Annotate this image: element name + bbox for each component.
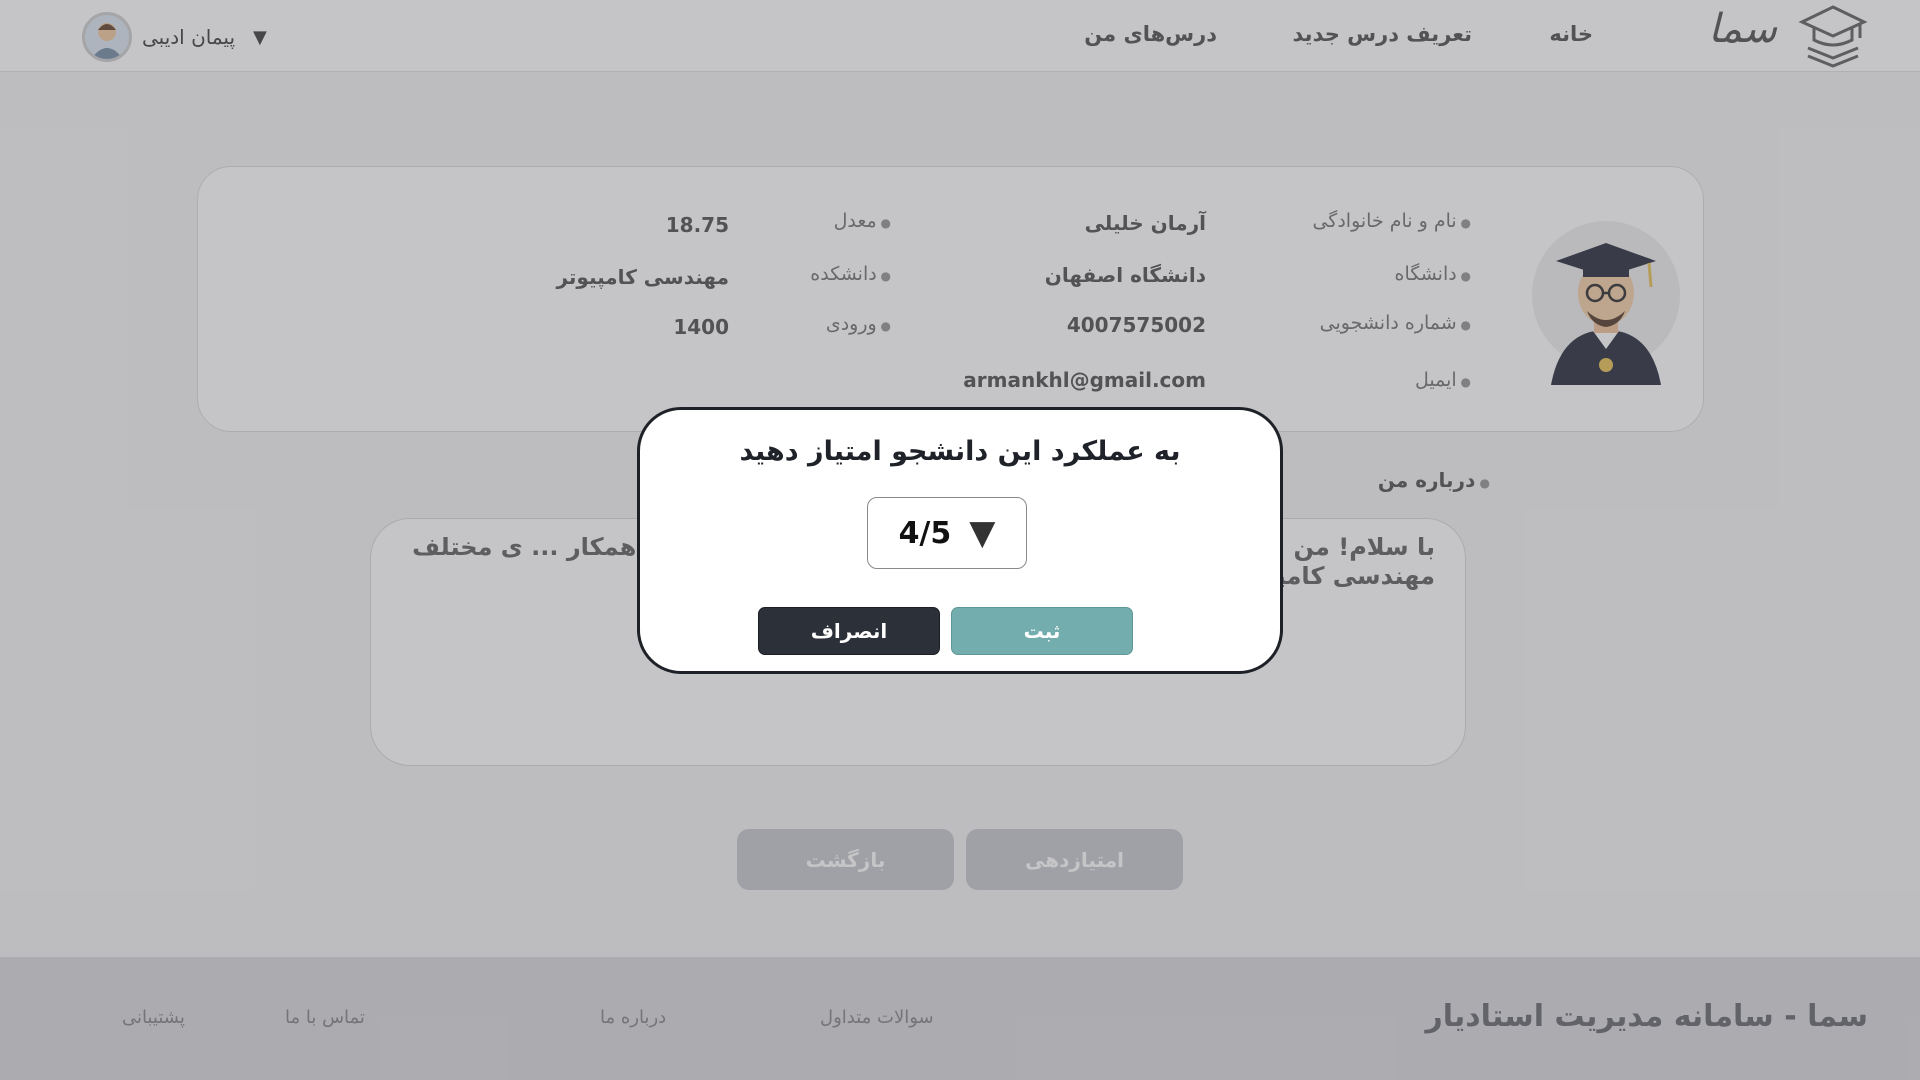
submit-button[interactable]: ثبت [951, 607, 1133, 655]
rating-select[interactable]: 4/5 ▼ [867, 497, 1027, 569]
chevron-down-icon[interactable]: ▼ [969, 513, 995, 553]
rating-dialog: به عملکرد این دانشجو امتیاز دهید 4/5 ▼ ا… [637, 407, 1283, 674]
rating-selected-value: 4/5 [898, 515, 952, 551]
rating-dialog-title: به عملکرد این دانشجو امتیاز دهید [739, 436, 1181, 467]
cancel-button[interactable]: انصراف [758, 607, 940, 655]
